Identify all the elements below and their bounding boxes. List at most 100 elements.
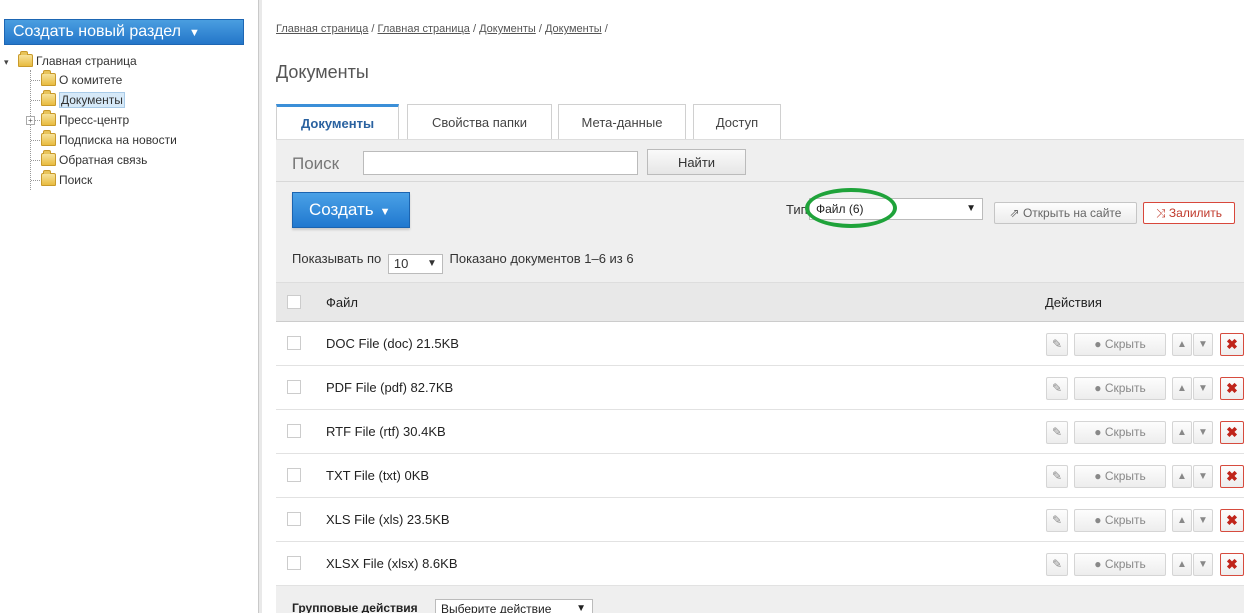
chevron-down-icon: ▼ <box>189 27 200 39</box>
edit-button[interactable]: ✎ <box>1046 509 1068 532</box>
row-checkbox[interactable] <box>287 380 301 394</box>
tree-item-subscription[interactable]: Подписка на новости <box>31 130 177 150</box>
breadcrumb-link[interactable]: Главная страница <box>276 23 368 35</box>
hide-button[interactable]: ● Скрыть <box>1074 553 1166 576</box>
group-action-select[interactable]: Выберите действие ▼ <box>435 599 593 613</box>
row-checkbox[interactable] <box>287 468 301 482</box>
tab-metadata[interactable]: Мета-данные <box>558 104 686 139</box>
move-down-button[interactable]: ▼ <box>1193 421 1213 444</box>
file-name[interactable]: XLSX File (xlsx) 8.6KB <box>326 556 458 571</box>
edit-button[interactable]: ✎ <box>1046 465 1068 488</box>
move-up-button[interactable]: ▲ <box>1172 333 1192 356</box>
open-on-site-label: Открыть на сайте <box>1022 206 1122 220</box>
move-up-button[interactable]: ▲ <box>1172 377 1192 400</box>
tree-item-press-center[interactable]: + Пресс-центр <box>26 110 177 130</box>
table-row: XLS File (xls) 23.5KB ✎ ● Скрыть ▲ ▼ ✖ <box>276 498 1244 542</box>
delete-button[interactable]: ✖ <box>1220 421 1244 444</box>
dot-icon: ● <box>1094 469 1105 483</box>
close-icon: ✖ <box>1226 512 1238 528</box>
search-button[interactable]: Найти <box>647 149 746 175</box>
hide-label: Скрыть <box>1104 469 1146 483</box>
table-row: TXT File (txt) 0KB ✎ ● Скрыть ▲ ▼ ✖ <box>276 454 1244 498</box>
table-row: XLSX File (xlsx) 8.6KB ✎ ● Скрыть ▲ ▼ ✖ <box>276 542 1244 586</box>
hide-label: Скрыть <box>1104 557 1146 571</box>
edit-button[interactable]: ✎ <box>1046 553 1068 576</box>
dot-icon: ● <box>1094 513 1105 527</box>
breadcrumb-link[interactable]: Документы <box>479 23 536 35</box>
divider <box>276 181 1244 182</box>
edit-button[interactable]: ✎ <box>1046 333 1068 356</box>
tree-item-label: Обратная связь <box>59 153 148 167</box>
tree-root[interactable]: ▾ Главная страница <box>4 51 177 71</box>
external-link-icon: ⇗ <box>1009 206 1023 220</box>
hide-button[interactable]: ● Скрыть <box>1074 333 1166 356</box>
move-up-button[interactable]: ▲ <box>1172 509 1192 532</box>
hide-label: Скрыть <box>1104 513 1146 527</box>
delete-button[interactable]: ✖ <box>1220 509 1244 532</box>
tree-item-documents[interactable]: Документы <box>31 90 177 110</box>
hide-button[interactable]: ● Скрыть <box>1074 465 1166 488</box>
shown-count-text: Показано документов 1–6 из 6 <box>449 251 634 266</box>
select-all-checkbox[interactable] <box>287 295 301 309</box>
move-down-button[interactable]: ▼ <box>1193 553 1213 576</box>
move-down-button[interactable]: ▼ <box>1193 465 1213 488</box>
chevron-up-icon: ▲ <box>1177 427 1187 438</box>
breadcrumb-link[interactable]: Документы <box>545 23 602 35</box>
highlight-circle-annotation <box>805 188 897 228</box>
file-name[interactable]: TXT File (txt) 0KB <box>326 468 429 483</box>
show-per-label: Показывать по <box>292 251 382 266</box>
delete-button[interactable]: ✖ <box>1220 333 1244 356</box>
tab-access[interactable]: Доступ <box>693 104 781 139</box>
move-down-button[interactable]: ▼ <box>1193 377 1213 400</box>
row-checkbox[interactable] <box>287 556 301 570</box>
expand-icon[interactable]: + <box>26 116 35 125</box>
row-checkbox[interactable] <box>287 424 301 438</box>
chevron-up-icon: ▲ <box>1177 559 1187 570</box>
main-content: Главная страница / Главная страница / До… <box>262 0 1244 613</box>
open-on-site-button[interactable]: ⇗ Открыть на сайте <box>994 202 1137 224</box>
hide-label: Скрыть <box>1104 425 1146 439</box>
file-name[interactable]: PDF File (pdf) 82.7KB <box>326 380 453 395</box>
folder-icon <box>41 130 56 146</box>
close-icon: ✖ <box>1226 380 1238 396</box>
pencil-icon: ✎ <box>1051 513 1063 527</box>
delete-button[interactable]: ✖ <box>1220 465 1244 488</box>
edit-button[interactable]: ✎ <box>1046 421 1068 444</box>
hide-button[interactable]: ● Скрыть <box>1074 509 1166 532</box>
create-section-button[interactable]: Создать новый раздел ▼ <box>4 19 244 45</box>
row-checkbox[interactable] <box>287 512 301 526</box>
tree-item-feedback[interactable]: Обратная связь <box>31 150 177 170</box>
delete-button[interactable]: ✖ <box>1220 553 1244 576</box>
tree-collapse-icon[interactable]: ▾ <box>4 53 18 71</box>
chevron-down-icon: ▼ <box>1198 559 1208 570</box>
delete-button[interactable]: ✖ <box>1220 377 1244 400</box>
move-down-button[interactable]: ▼ <box>1193 333 1213 356</box>
create-button[interactable]: Создать ▼ <box>292 192 410 228</box>
chevron-down-icon: ▼ <box>966 203 976 214</box>
tree-item-search[interactable]: Поиск <box>31 170 177 190</box>
per-page-select[interactable]: 10 ▼ <box>387 254 443 274</box>
hide-button[interactable]: ● Скрыть <box>1074 377 1166 400</box>
dot-icon: ● <box>1094 425 1105 439</box>
move-down-button[interactable]: ▼ <box>1193 509 1213 532</box>
tab-documents[interactable]: Документы <box>276 104 399 139</box>
tab-folder-properties[interactable]: Свойства папки <box>407 104 552 139</box>
edit-button[interactable]: ✎ <box>1046 377 1068 400</box>
close-icon: ✖ <box>1226 424 1238 440</box>
move-up-button[interactable]: ▲ <box>1172 465 1192 488</box>
hide-button[interactable]: ● Скрыть <box>1074 421 1166 444</box>
file-name[interactable]: XLS File (xls) 23.5KB <box>326 512 450 527</box>
row-checkbox[interactable] <box>287 336 301 350</box>
breadcrumb-link[interactable]: Главная страница <box>378 23 470 35</box>
file-name[interactable]: DOC File (doc) 21.5KB <box>326 336 459 351</box>
pencil-icon: ✎ <box>1051 469 1063 483</box>
move-up-button[interactable]: ▲ <box>1172 421 1192 444</box>
search-input[interactable] <box>363 151 638 175</box>
fill-button[interactable]: ⤨ Залилить <box>1143 202 1235 224</box>
file-name[interactable]: RTF File (rtf) 30.4KB <box>326 424 446 439</box>
group-action-value: Выберите действие <box>441 602 552 613</box>
tree-item-label: Поиск <box>59 173 93 187</box>
pencil-icon: ✎ <box>1051 425 1063 439</box>
move-up-button[interactable]: ▲ <box>1172 553 1192 576</box>
tree-item-about[interactable]: О комитете <box>31 70 177 90</box>
